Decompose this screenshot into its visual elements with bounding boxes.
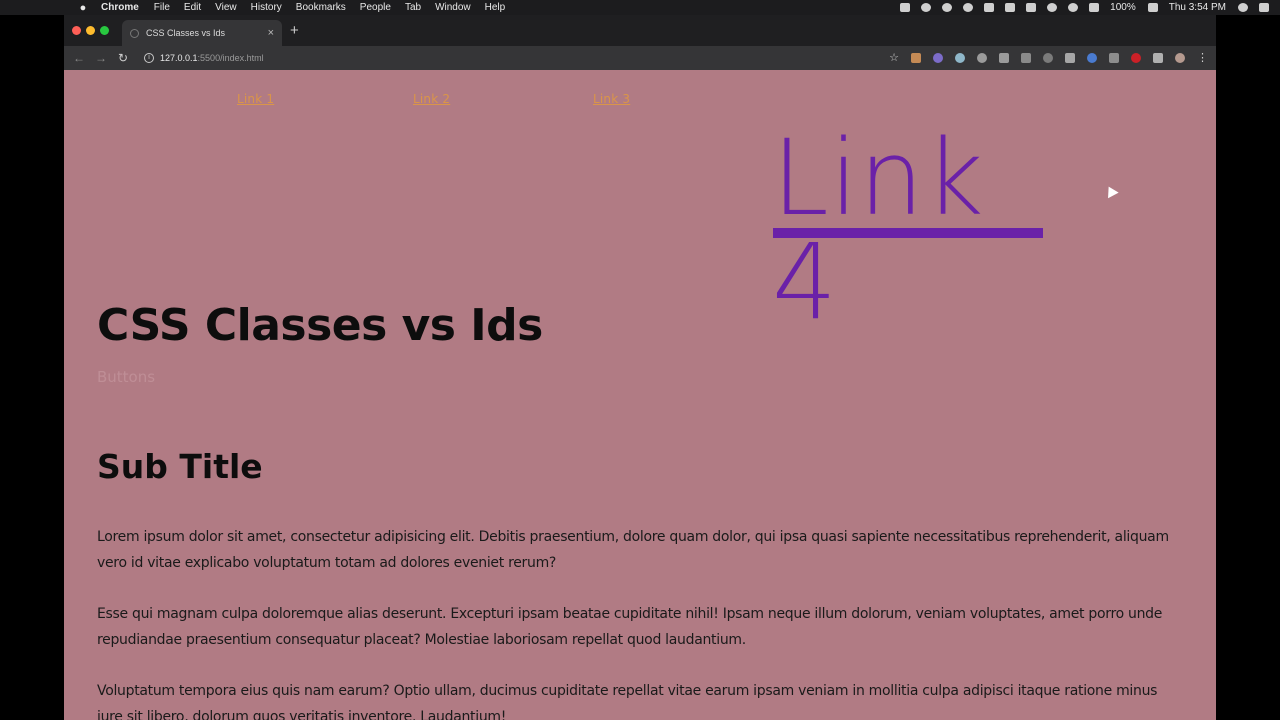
- browser-toolbar: ← → ↻ i 127.0.0.1:5500/index.html ☆ ⋮: [64, 46, 1216, 70]
- bookmark-star-icon[interactable]: ☆: [889, 53, 899, 64]
- paragraph: Lorem ipsum dolor sit amet, consectetur …: [97, 529, 1169, 571]
- extension-icon[interactable]: [999, 53, 1009, 63]
- avatar[interactable]: [1175, 53, 1185, 63]
- creative-cloud-icon[interactable]: [963, 3, 974, 12]
- script-icon[interactable]: [1005, 3, 1016, 12]
- new-tab-button[interactable]: +: [290, 23, 299, 38]
- url-path: :5500/index.html: [197, 53, 264, 63]
- page-title: CSS Classes vs Ids: [97, 300, 543, 351]
- faded-label: Buttons: [97, 368, 156, 386]
- mac-menu-bar: ● Chrome File Edit View History Bookmark…: [0, 0, 1280, 15]
- extension-icon[interactable]: [911, 53, 921, 63]
- battery-percent: 100%: [1110, 2, 1136, 13]
- mail-icon[interactable]: [984, 3, 995, 12]
- battery-icon[interactable]: [1147, 3, 1158, 12]
- extensions-area: ☆ ⋮: [877, 51, 1208, 65]
- reload-icon[interactable]: ↻: [112, 51, 134, 65]
- menu-help[interactable]: Help: [485, 2, 506, 13]
- kebab-menu-icon[interactable]: ⋮: [1197, 53, 1208, 64]
- pocket-icon[interactable]: [1109, 53, 1119, 63]
- vue-devtools-icon[interactable]: [1021, 53, 1031, 63]
- wifi-icon[interactable]: [1068, 3, 1079, 12]
- notification-center-icon[interactable]: [1259, 3, 1269, 12]
- url-text[interactable]: 127.0.0.1:5500/index.html: [160, 53, 264, 63]
- extension-icon[interactable]: [1087, 53, 1097, 63]
- forward-arrow-icon[interactable]: →: [90, 51, 112, 65]
- paragraph: Voluptatum tempora eius quis nam earum? …: [97, 683, 1158, 720]
- page-viewport: Link 1 Link 2 Link 3 Link 4 CSS Classes …: [64, 70, 1216, 720]
- spotlight-search-icon[interactable]: [1238, 3, 1248, 12]
- info-icon[interactable]: i: [144, 53, 154, 63]
- color-picker-icon[interactable]: [933, 53, 943, 63]
- url-host: 127.0.0.1: [160, 53, 198, 63]
- menu-bookmarks[interactable]: Bookmarks: [296, 2, 346, 13]
- globe-icon: [130, 28, 139, 38]
- react-devtools-icon[interactable]: [955, 53, 965, 63]
- tab-title: CSS Classes vs Ids: [146, 28, 226, 38]
- pinterest-icon[interactable]: [1131, 53, 1141, 63]
- extension-icon[interactable]: [1043, 53, 1053, 63]
- close-tab-icon[interactable]: ×: [268, 27, 274, 39]
- app-menu: Chrome File Edit View History Bookmarks …: [101, 2, 519, 13]
- nav-link-3[interactable]: Link 3: [593, 92, 630, 106]
- menu-app-name[interactable]: Chrome: [101, 2, 139, 13]
- nav-link-1[interactable]: Link 1: [237, 92, 274, 106]
- link-4-underline: [773, 228, 1043, 238]
- menu-window[interactable]: Window: [435, 2, 471, 13]
- airplay-icon[interactable]: [1026, 3, 1037, 12]
- address-bar[interactable]: i 127.0.0.1:5500/index.html: [144, 49, 884, 67]
- close-window-button[interactable]: [72, 26, 81, 35]
- location-icon[interactable]: [921, 3, 932, 12]
- minimize-window-button[interactable]: [86, 26, 95, 35]
- fullscreen-window-button[interactable]: [100, 26, 109, 35]
- paragraph: Esse qui magnam culpa doloremque alias d…: [97, 606, 1163, 648]
- extension-icon[interactable]: [1065, 53, 1075, 63]
- volume-icon[interactable]: [1089, 3, 1100, 12]
- sub-title: Sub Title: [97, 447, 263, 486]
- screen-record-icon[interactable]: [900, 3, 911, 12]
- bluetooth-icon[interactable]: [1047, 3, 1058, 12]
- apple-icon[interactable]: ●: [76, 2, 90, 14]
- menu-history[interactable]: History: [251, 2, 282, 13]
- menu-view[interactable]: View: [215, 2, 237, 13]
- menu-tab[interactable]: Tab: [405, 2, 421, 13]
- nav-link-2[interactable]: Link 2: [413, 92, 450, 106]
- status-area: 100% Thu 3:54 PM: [900, 0, 1280, 15]
- menu-file[interactable]: File: [154, 2, 170, 13]
- mouse-cursor-icon: [1103, 183, 1119, 199]
- extension-icon[interactable]: [977, 53, 987, 63]
- tab-strip: CSS Classes vs Ids × +: [64, 15, 1216, 46]
- back-arrow-icon[interactable]: ←: [68, 51, 90, 65]
- docker-icon[interactable]: [942, 3, 953, 12]
- browser-window: CSS Classes vs Ids × + ← → ↻ i 127.0.0.1…: [64, 15, 1216, 720]
- menu-edit[interactable]: Edit: [184, 2, 201, 13]
- menu-people[interactable]: People: [360, 2, 391, 13]
- tab-css-classes-vs-ids[interactable]: CSS Classes vs Ids ×: [122, 20, 282, 46]
- menu-clock[interactable]: Thu 3:54 PM: [1169, 2, 1226, 13]
- media-controls-icon[interactable]: [1153, 53, 1163, 63]
- nav-link-4[interactable]: Link 4: [772, 126, 1038, 334]
